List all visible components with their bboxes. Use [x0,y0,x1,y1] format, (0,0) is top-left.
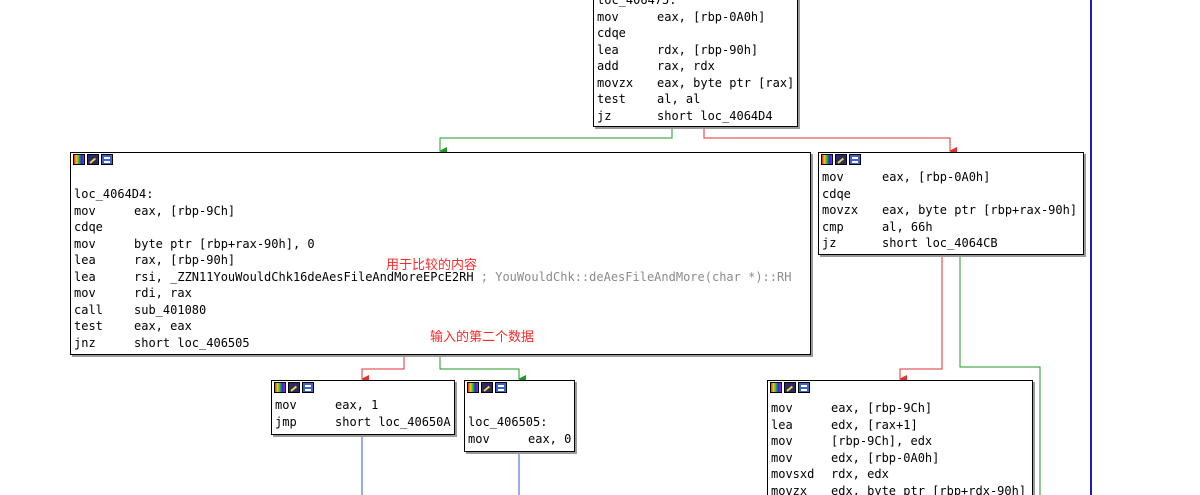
code-block-body: mov eax, [rbp-0A0h] cdqe movzx eax, byte p… [822,170,1078,250]
edit-pencil-icon[interactable] [288,382,300,393]
edge-4064d4-to-406505 [439,355,526,383]
code-block-406505[interactable]: loc_406505: mov eax, 0 [464,380,575,452]
graph-overview-icon[interactable] [101,154,113,165]
edit-pencil-icon[interactable] [87,154,99,165]
code-block-mov1[interactable]: mov eax, 1 jmp short loc_40650A [271,380,455,435]
code-block-body: mov eax, [rbp-9Ch] lea edx, [rax+1] mov [rb… [771,401,1027,495]
block-label: loc_4064D4: [74,187,154,201]
edge-4064d4-to-mov1 [361,355,405,383]
color-palette-icon[interactable] [467,382,479,393]
edit-pencil-icon[interactable] [835,154,847,165]
color-palette-icon[interactable] [770,382,782,393]
block-label: loc_406505: [468,415,548,429]
code-block-right-cmp[interactable]: mov eax, [rbp-0A0h] cdqe movzx eax, byte p… [818,152,1084,255]
graph-overview-icon[interactable] [798,382,810,393]
block-header [465,381,574,396]
color-palette-icon[interactable] [821,154,833,165]
edit-pencil-icon[interactable] [481,382,493,393]
graph-overview-icon[interactable] [849,154,861,165]
right-border-line [1090,0,1092,495]
edge-cmp-to-inc [899,255,943,383]
annotation-compare-content: 用于比较的内容 [386,258,478,273]
edge-top-to-4064d4 [439,127,673,155]
edge-top-to-right-cmp [703,127,957,155]
code-block-body: loc_406475: mov eax, [rbp-0A0h] cdqe lea r… [594,0,797,124]
block-header [71,153,810,168]
graph-view[interactable]: loc_406475: mov eax, [rbp-0A0h] cdqe lea r… [0,0,1200,495]
instruction-comment: ; YouWouldChk::deAesFileAndMore(char *):… [473,269,792,284]
block-header [819,153,1083,168]
color-palette-icon[interactable] [73,154,85,165]
code-block-right-inc[interactable]: mov eax, [rbp-9Ch] lea edx, [rax+1] mov [rb… [767,380,1033,495]
annotation-second-input: 输入的第二个数据 [430,330,535,345]
color-palette-icon[interactable] [274,382,286,393]
code-block-body: loc_406505: mov eax, 0 [468,415,572,446]
edit-pencil-icon[interactable] [784,382,796,393]
code-block-body: mov eax, 1 jmp short loc_40650A [275,398,451,429]
block-header [272,381,454,396]
block-header [768,381,1032,396]
block-label: loc_406475: [597,0,677,7]
code-block-406475[interactable]: loc_406475: mov eax, [rbp-0A0h] cdqe lea r… [593,0,798,127]
graph-overview-icon[interactable] [302,382,314,393]
graph-overview-icon[interactable] [495,382,507,393]
